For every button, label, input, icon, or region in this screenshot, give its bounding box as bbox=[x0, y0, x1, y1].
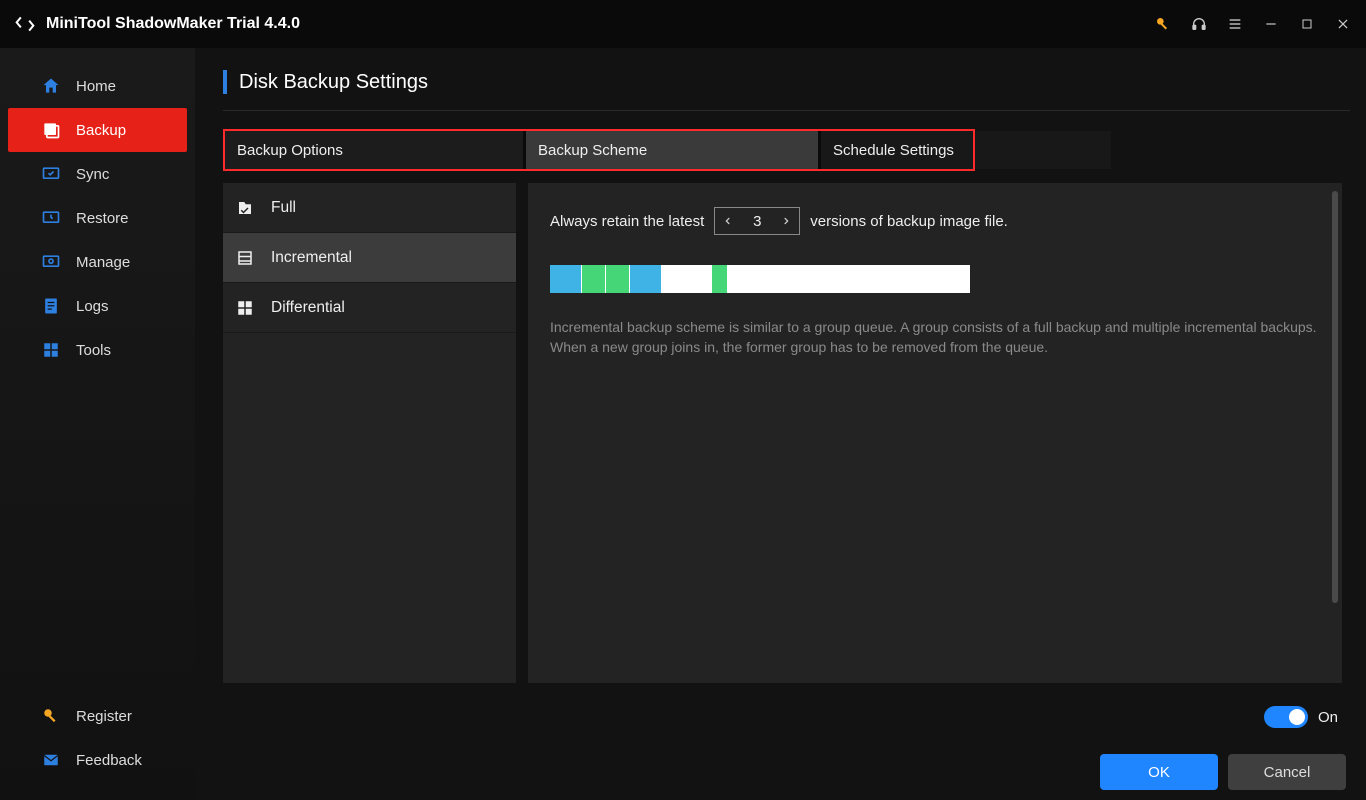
tools-icon bbox=[40, 339, 62, 361]
sidebar-item-label: Register bbox=[76, 708, 132, 725]
scheme-label: Full bbox=[271, 199, 296, 217]
app-logo-icon bbox=[14, 13, 36, 35]
scheme-detail-panel: Always retain the latest 3 versions of b… bbox=[528, 183, 1342, 683]
maximize-icon[interactable] bbox=[1298, 15, 1316, 33]
sidebar-item-home[interactable]: Home bbox=[0, 64, 195, 108]
incremental-icon bbox=[235, 248, 255, 268]
sidebar-item-label: Home bbox=[76, 78, 116, 95]
sidebar-item-label: Manage bbox=[76, 254, 130, 271]
retain-prefix: Always retain the latest bbox=[550, 213, 704, 230]
sidebar-item-restore[interactable]: Restore bbox=[0, 196, 195, 240]
headset-icon[interactable] bbox=[1190, 15, 1208, 33]
scheme-label: Incremental bbox=[271, 249, 352, 267]
title-accent-bar bbox=[223, 70, 227, 94]
feedback-mail-icon bbox=[40, 749, 62, 771]
sidebar-item-backup[interactable]: Backup bbox=[8, 108, 187, 152]
restore-icon bbox=[40, 207, 62, 229]
register-key-icon bbox=[40, 705, 62, 727]
ok-button[interactable]: OK bbox=[1100, 754, 1218, 790]
scheme-label: Differential bbox=[271, 299, 345, 317]
menu-icon[interactable] bbox=[1226, 15, 1244, 33]
app-title: MiniTool ShadowMaker Trial 4.4.0 bbox=[46, 15, 300, 33]
sync-icon bbox=[40, 163, 62, 185]
scheme-description: Incremental backup scheme is similar to … bbox=[550, 317, 1320, 358]
scheme-type-list: Full Incremental Differential bbox=[223, 183, 516, 683]
scheme-full[interactable]: Full bbox=[223, 183, 516, 233]
sidebar-item-feedback[interactable]: Feedback bbox=[0, 738, 195, 782]
sidebar-item-label: Logs bbox=[76, 298, 109, 315]
settings-tabs: Backup Options Backup Scheme Schedule Se… bbox=[223, 129, 975, 171]
sidebar: Home Backup Sync Restore Manage Logs Too… bbox=[0, 48, 195, 800]
differential-icon bbox=[235, 298, 255, 318]
toggle-label: On bbox=[1318, 709, 1338, 726]
cancel-button[interactable]: Cancel bbox=[1228, 754, 1346, 790]
sidebar-item-tools[interactable]: Tools bbox=[0, 328, 195, 372]
tab-schedule-settings[interactable]: Schedule Settings bbox=[818, 131, 973, 169]
stepper-decrease[interactable] bbox=[715, 208, 741, 234]
key-icon[interactable] bbox=[1154, 15, 1172, 33]
home-icon bbox=[40, 75, 62, 97]
scheme-differential[interactable]: Differential bbox=[223, 283, 516, 333]
tab-backup-options[interactable]: Backup Options bbox=[225, 131, 523, 169]
footer-controls: On OK Cancel bbox=[1100, 706, 1346, 790]
page-title: Disk Backup Settings bbox=[239, 71, 428, 94]
sidebar-item-manage[interactable]: Manage bbox=[0, 240, 195, 284]
retain-suffix: versions of backup image file. bbox=[810, 213, 1008, 230]
sidebar-item-label: Tools bbox=[76, 342, 111, 359]
backup-icon bbox=[40, 119, 62, 141]
scheme-toggle[interactable] bbox=[1264, 706, 1308, 728]
stepper-value: 3 bbox=[741, 213, 773, 230]
logs-icon bbox=[40, 295, 62, 317]
tabrow-extension bbox=[975, 131, 1111, 169]
full-icon bbox=[235, 198, 255, 218]
minimize-icon[interactable] bbox=[1262, 15, 1280, 33]
sidebar-item-label: Sync bbox=[76, 166, 109, 183]
scheme-incremental[interactable]: Incremental bbox=[223, 233, 516, 283]
main-content: Disk Backup Settings Backup Options Back… bbox=[195, 48, 1366, 800]
version-stepper: 3 bbox=[714, 207, 800, 235]
sidebar-item-sync[interactable]: Sync bbox=[0, 152, 195, 196]
sidebar-item-logs[interactable]: Logs bbox=[0, 284, 195, 328]
tab-backup-scheme[interactable]: Backup Scheme bbox=[523, 131, 818, 169]
titlebar: MiniTool ShadowMaker Trial 4.4.0 bbox=[0, 0, 1366, 48]
detail-scrollbar[interactable] bbox=[1332, 191, 1338, 603]
sidebar-item-label: Feedback bbox=[76, 752, 142, 769]
sidebar-item-label: Restore bbox=[76, 210, 129, 227]
scheme-diagram bbox=[550, 265, 970, 293]
sidebar-item-label: Backup bbox=[76, 122, 126, 139]
manage-icon bbox=[40, 251, 62, 273]
sidebar-item-register[interactable]: Register bbox=[0, 694, 195, 738]
stepper-increase[interactable] bbox=[773, 208, 799, 234]
close-icon[interactable] bbox=[1334, 15, 1352, 33]
